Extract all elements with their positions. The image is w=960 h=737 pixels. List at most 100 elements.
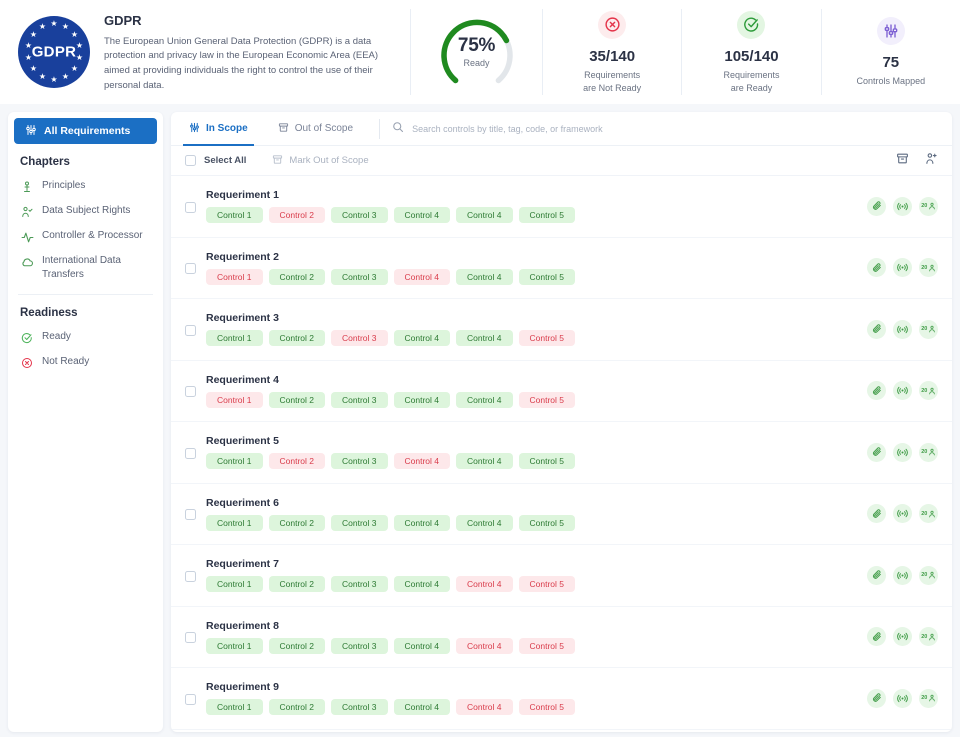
paperclip-badge[interactable] [867,442,886,462]
control-chip[interactable]: Control 1 [206,330,263,347]
requirement-row[interactable]: Requeriment 7 Control 1 Control 2 Control 3… [171,545,952,607]
requirement-checkbox[interactable] [185,632,196,644]
requirement-row[interactable]: Requeriment 3 Control 1 Control 2 Control 3… [171,299,952,361]
sidebar-item-ready[interactable]: Ready [8,325,163,350]
control-chip[interactable]: Control 5 [518,453,575,470]
control-chip[interactable]: Control 3 [331,576,388,593]
control-chip[interactable]: Control 3 [331,391,388,408]
control-chip[interactable]: Control 4 [393,699,450,716]
requirement-row[interactable]: Requeriment 5 Control 1 Control 2 Control 3… [171,422,952,484]
requirement-checkbox[interactable] [185,386,196,398]
broadcast-badge[interactable] [893,381,912,401]
person-badge[interactable]: 20 [919,196,938,216]
requirement-checkbox[interactable] [185,447,196,459]
control-chip[interactable]: Control 3 [331,637,388,654]
control-chip[interactable]: Control 4 [456,699,513,716]
requirement-row[interactable]: Requeriment 10Control 1Control 2Control … [171,730,952,731]
control-chip[interactable]: Control 4 [393,637,450,654]
control-chip[interactable]: Control 4 [393,514,450,531]
control-chip[interactable]: Control 5 [518,514,575,531]
sidebar-item-all-requirements[interactable]: All Requirements [14,118,157,144]
paperclip-badge[interactable] [867,381,886,401]
broadcast-badge[interactable] [893,688,912,708]
broadcast-badge[interactable] [893,442,912,462]
person-badge[interactable]: 20 [919,688,938,708]
sidebar-item-data-subject-rights[interactable]: Data Subject Rights [8,199,163,224]
paperclip-badge[interactable] [867,504,886,524]
broadcast-badge[interactable] [893,319,912,339]
control-chip[interactable]: Control 4 [456,391,513,408]
broadcast-badge[interactable] [893,504,912,524]
paperclip-badge[interactable] [867,258,886,278]
control-chip[interactable]: Control 2 [268,391,325,408]
sidebar-item-controller-processor[interactable]: Controller & Processor [8,224,163,249]
paperclip-badge[interactable] [867,627,886,647]
person-badge[interactable]: 20 [919,258,938,278]
control-chip[interactable]: Control 4 [456,207,513,224]
control-chip[interactable]: Control 1 [206,268,263,285]
control-chip[interactable]: Control 1 [206,391,263,408]
control-chip[interactable]: Control 5 [518,637,575,654]
control-chip[interactable]: Control 2 [268,576,325,593]
person-badge[interactable]: 20 [919,319,938,339]
control-chip[interactable]: Control 5 [518,268,575,285]
requirement-row[interactable]: Requeriment 6 Control 1 Control 2 Control 3… [171,484,952,545]
person-badge[interactable]: 20 [919,381,938,401]
requirements-list[interactable]: Requeriment 1 Control 1 Control 2 Control 3… [171,176,952,730]
control-chip[interactable]: Control 2 [268,453,325,470]
sidebar-item-international-data-transfers[interactable]: International Data Transfers [8,249,163,286]
requirement-checkbox[interactable] [185,570,196,582]
sidebar-item-not-ready[interactable]: Not Ready [8,350,163,375]
mark-out-of-scope-button[interactable]: Mark Out of Scope [272,154,369,168]
requirement-row[interactable]: Requeriment 8 Control 1 Control 2 Control 3… [171,607,952,668]
person-badge[interactable]: 20 [919,442,938,462]
broadcast-badge[interactable] [893,258,912,278]
requirement-checkbox[interactable] [185,509,196,521]
control-chip[interactable]: Control 5 [518,207,575,224]
broadcast-badge[interactable] [893,627,912,647]
control-chip[interactable]: Control 4 [393,330,450,347]
control-chip[interactable]: Control 4 [456,576,513,593]
control-chip[interactable]: Control 1 [206,699,263,716]
control-chip[interactable]: Control 5 [518,576,575,593]
control-chip[interactable]: Control 5 [518,391,575,408]
search-input[interactable] [412,123,938,134]
control-chip[interactable]: Control 4 [456,330,513,347]
control-chip[interactable]: Control 4 [456,268,513,285]
requirement-checkbox[interactable] [185,324,196,336]
archive-button[interactable] [896,152,909,170]
control-chip[interactable]: Control 2 [268,514,325,531]
control-chip[interactable]: Control 2 [268,637,325,654]
paperclip-badge[interactable] [867,196,886,216]
control-chip[interactable]: Control 4 [456,637,513,654]
control-chip[interactable]: Control 4 [393,576,450,593]
requirement-row[interactable]: Requeriment 9 Control 1 Control 2 Control 3… [171,668,952,730]
select-all-checkbox[interactable] [185,155,196,166]
control-chip[interactable]: Control 3 [331,268,388,285]
control-chip[interactable]: Control 4 [456,514,513,531]
paperclip-badge[interactable] [867,565,886,585]
person-badge[interactable]: 20 [919,627,938,647]
control-chip[interactable]: Control 2 [268,330,325,347]
control-chip[interactable]: Control 2 [268,207,325,224]
control-chip[interactable]: Control 3 [331,514,388,531]
control-chip[interactable]: Control 5 [518,330,575,347]
control-chip[interactable]: Control 4 [393,453,450,470]
control-chip[interactable]: Control 4 [393,207,450,224]
control-chip[interactable]: Control 1 [206,576,263,593]
requirement-row[interactable]: Requeriment 1 Control 1 Control 2 Control 3… [171,176,952,238]
assign-user-button[interactable] [925,152,938,170]
control-chip[interactable]: Control 4 [393,391,450,408]
control-chip[interactable]: Control 5 [518,699,575,716]
requirement-checkbox[interactable] [185,693,196,705]
control-chip[interactable]: Control 4 [456,453,513,470]
control-chip[interactable]: Control 3 [331,699,388,716]
control-chip[interactable]: Control 3 [331,207,388,224]
control-chip[interactable]: Control 1 [206,637,263,654]
control-chip[interactable]: Control 1 [206,514,263,531]
requirement-row[interactable]: Requeriment 2 Control 1 Control 2 Control 3… [171,238,952,299]
tab-in-scope[interactable]: In Scope [183,112,254,146]
control-chip[interactable]: Control 2 [268,268,325,285]
control-chip[interactable]: Control 4 [393,268,450,285]
person-badge[interactable]: 20 [919,504,938,524]
